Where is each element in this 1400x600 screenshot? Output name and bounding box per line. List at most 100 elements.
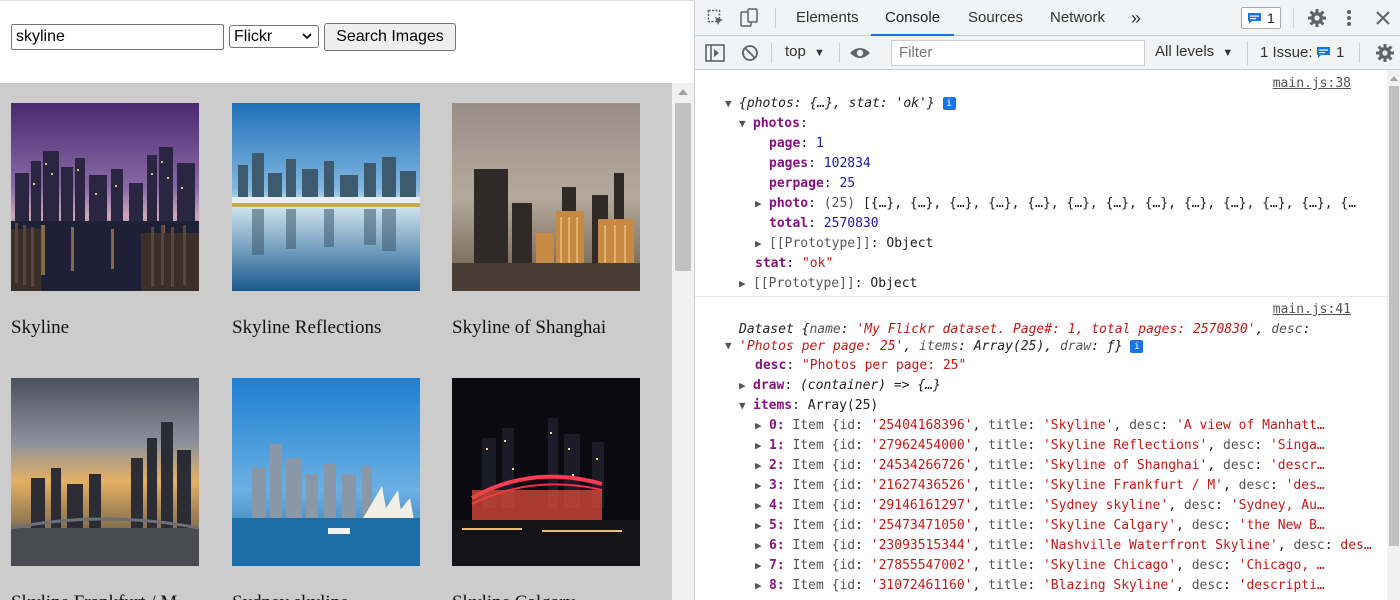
tree-row-photos[interactable]: ▼ photos: (739, 114, 808, 134)
item-title: 'Skyline Chicago' (1042, 558, 1177, 573)
collapsed-triangle-icon[interactable]: ▶ (739, 274, 753, 294)
issues-button[interactable]: 1 Issue: 1 (1247, 41, 1347, 65)
item-title: 'Sydney skyline' (1042, 498, 1169, 513)
item-title: 'Blazing Skyline' (1042, 578, 1177, 593)
inspect-element-icon[interactable] (707, 9, 725, 27)
collapsed-triangle-icon[interactable]: ▶ (755, 234, 769, 254)
collapsed-triangle-icon[interactable]: ▶ (755, 436, 769, 456)
value: Object (870, 276, 918, 291)
caret-down-icon: ▼ (1222, 47, 1234, 59)
item-row[interactable]: ▶ 6: Item {id: '23093515344', title: 'Nas… (755, 536, 1372, 556)
item-row[interactable]: ▶ 0: Item {id: '25404168396', title: 'Sky… (755, 416, 1325, 436)
tab-console[interactable]: Console (871, 0, 955, 36)
item-index: 5 (769, 518, 777, 533)
info-icon[interactable]: i (942, 97, 956, 110)
console-scrollbar[interactable] (1387, 70, 1400, 600)
console-output[interactable]: main.js:38 ▼ {photos: {…}, stat: 'ok'} i … (695, 70, 1387, 600)
source-link[interactable]: main.js:41 (1273, 302, 1351, 317)
item-id: '21627436526' (870, 478, 973, 493)
close-icon[interactable] (1375, 10, 1391, 26)
item-row[interactable]: ▶ 7: Item {id: '27855547002', title: 'Sky… (755, 556, 1325, 576)
collapsed-triangle-icon[interactable]: ▶ (755, 496, 769, 516)
scroll-up-arrow-icon[interactable] (1390, 76, 1398, 81)
live-expression-icon[interactable] (849, 45, 871, 61)
collapsed-triangle-icon[interactable]: ▶ (755, 194, 769, 214)
result-card[interactable]: Skyline Reflections (232, 103, 420, 338)
result-card[interactable]: Skyline (11, 103, 199, 338)
tree-row-photo[interactable]: ▶ photo: (25) [{…}, {…}, {…}, {…}, {…}, {… (755, 194, 1356, 214)
item-row[interactable]: ▶ 5: Item {id: '25473471050', title: 'Sky… (755, 516, 1325, 536)
result-card[interactable]: Sydney skyline (232, 378, 420, 600)
image-search-app: Flickr Search Images (0, 0, 694, 600)
console-scroll-thumb[interactable] (1389, 86, 1399, 546)
collapsed-triangle-icon[interactable]: ▶ (755, 416, 769, 436)
expanded-triangle-icon[interactable]: ▼ (725, 336, 739, 356)
clear-console-icon[interactable] (741, 44, 759, 62)
console-sidebar-icon[interactable] (705, 44, 725, 62)
message-icon (1317, 47, 1330, 58)
value: Array(25) (973, 339, 1045, 354)
tree-row-items[interactable]: ▼ items: Array(25) (739, 396, 878, 416)
log-object-summary[interactable]: ▼ {photos: {…}, stat: 'ok'} i (725, 94, 956, 114)
result-image[interactable] (232, 378, 420, 566)
collapsed-triangle-icon[interactable]: ▶ (755, 576, 769, 596)
gear-icon[interactable] (1375, 43, 1395, 63)
item-row[interactable]: ▶ 2: Item {id: '24534266726', title: 'Sky… (755, 456, 1325, 476)
kebab-menu-icon[interactable] (1345, 8, 1353, 28)
search-images-button[interactable]: Search Images (324, 23, 456, 51)
result-card[interactable]: Skyline Calgary (452, 378, 640, 600)
tree-row-prototype[interactable]: ▶ [[Prototype]]: Object (755, 234, 933, 254)
app-scrollbar[interactable] (672, 83, 694, 600)
toolbar-divider (1359, 43, 1360, 63)
tree-row-draw[interactable]: ▶ draw: (container) => {…} (739, 376, 941, 396)
result-title: Skyline of Shanghai (452, 317, 607, 338)
tree-row-prototype[interactable]: ▶ [[Prototype]]: Object (739, 274, 917, 294)
expanded-triangle-icon[interactable]: ▼ (739, 396, 753, 416)
expanded-triangle-icon[interactable]: ▼ (739, 114, 753, 134)
gear-icon[interactable] (1307, 8, 1327, 28)
item-row[interactable]: ▶ 4: Item {id: '29146161297', title: 'Syd… (755, 496, 1325, 516)
console-toolbar: top ▼ Filter All levels ▼ 1 Issue: 1 (695, 36, 1400, 70)
app-scroll-thumb[interactable] (675, 103, 691, 271)
item-row[interactable]: ▶ 3: Item {id: '21627436526', title: 'Sky… (755, 476, 1325, 496)
result-card[interactable]: Skyline of Shanghai (452, 103, 640, 338)
item-title: 'Skyline of Shanghai' (1042, 458, 1208, 473)
value: 25 (839, 176, 856, 191)
device-toolbar-icon[interactable] (739, 8, 759, 28)
array-count: (25) (823, 196, 856, 211)
scroll-up-arrow-icon[interactable] (678, 89, 688, 95)
expanded-triangle-icon[interactable]: ▼ (725, 94, 739, 114)
item-title: 'Nashville Waterfront Skyline' (1042, 538, 1278, 553)
collapsed-triangle-icon[interactable]: ▶ (755, 536, 769, 556)
search-input[interactable] (11, 24, 224, 50)
result-image[interactable] (452, 378, 640, 566)
item-row[interactable]: ▶ 8: Item {id: '31072461160', title: 'Bla… (755, 576, 1325, 596)
result-image[interactable] (11, 103, 199, 291)
log-object-summary-cont[interactable]: ▼ (725, 336, 739, 356)
source-select[interactable]: Flickr (229, 25, 319, 48)
tab-sources[interactable]: Sources (968, 0, 1023, 36)
collapsed-triangle-icon[interactable]: ▶ (755, 476, 769, 496)
collapsed-triangle-icon[interactable]: ▶ (755, 516, 769, 536)
more-tabs-button[interactable]: » (1131, 0, 1141, 36)
log-levels-select[interactable]: All levels ▼ (1155, 43, 1233, 60)
collapsed-triangle-icon[interactable]: ▶ (739, 376, 753, 396)
source-link[interactable]: main.js:38 (1273, 76, 1351, 91)
tab-elements[interactable]: Elements (796, 0, 859, 36)
info-icon[interactable]: i (1130, 340, 1144, 353)
collapsed-triangle-icon[interactable]: ▶ (755, 556, 769, 576)
item-row[interactable]: ▶ 1: Item {id: '27962454000', title: 'Sky… (755, 436, 1325, 456)
result-image[interactable] (452, 103, 640, 291)
item-id: '27962454000' (870, 438, 973, 453)
result-image[interactable] (11, 378, 199, 566)
context-select[interactable]: top ▼ (785, 43, 825, 60)
item-id: '31072461160' (870, 578, 973, 593)
tab-network[interactable]: Network (1050, 0, 1105, 36)
console-filter-input[interactable]: Filter (891, 40, 1145, 66)
result-card[interactable]: Skyline Frankfurt / M (11, 378, 199, 600)
value: ƒ (1106, 339, 1115, 354)
collapsed-triangle-icon[interactable]: ▶ (755, 456, 769, 476)
result-image[interactable] (232, 103, 420, 291)
tree-row-stat: stat: "ok" (755, 256, 834, 271)
messages-badge[interactable]: 1 (1241, 7, 1281, 29)
